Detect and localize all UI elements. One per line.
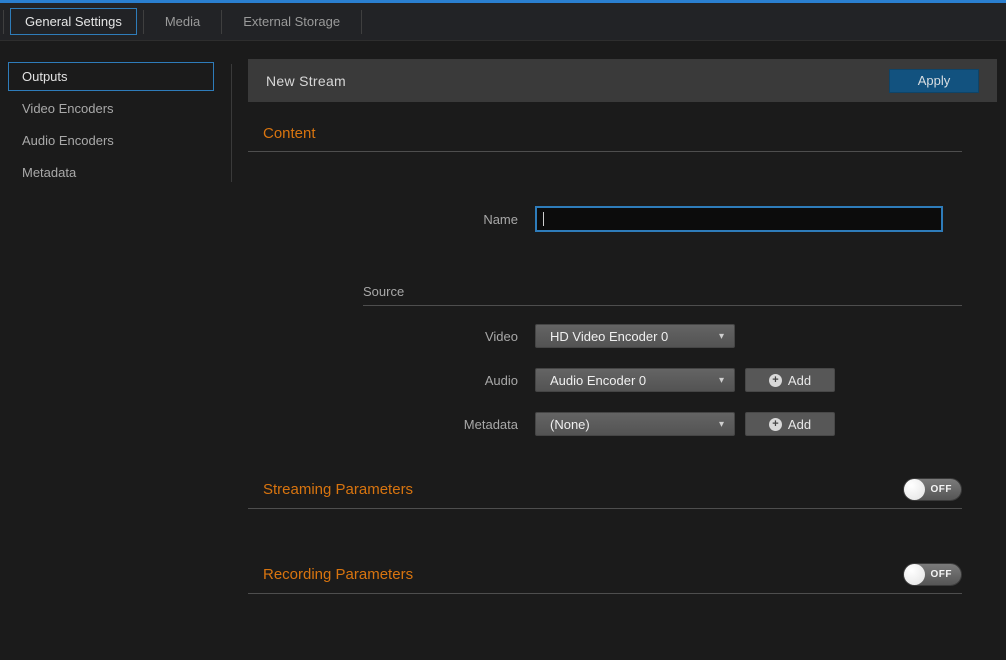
toggle-knob	[904, 479, 925, 500]
add-audio-button[interactable]: + Add	[745, 368, 835, 392]
sidebar-item-outputs[interactable]: Outputs	[8, 62, 214, 91]
body-row: Outputs Video Encoders Audio Encoders Me…	[0, 41, 1006, 660]
recording-parameters-title: Recording Parameters	[263, 566, 413, 583]
tab-label: General Settings	[25, 14, 122, 29]
toggle-state-label: OFF	[931, 484, 953, 495]
content-area: Content Name Source Video	[248, 125, 962, 594]
name-field-row: Name	[248, 206, 962, 232]
name-input[interactable]	[535, 206, 943, 232]
streaming-parameters-section: Streaming Parameters OFF	[248, 478, 962, 501]
sidebar-item-audio-encoders[interactable]: Audio Encoders	[8, 126, 214, 155]
tab-label: External Storage	[243, 14, 340, 29]
source-divider	[363, 305, 962, 306]
plus-icon: +	[769, 374, 782, 387]
tab-general-settings[interactable]: General Settings	[10, 8, 137, 35]
apply-button[interactable]: Apply	[889, 69, 979, 93]
add-metadata-button[interactable]: + Add	[745, 412, 835, 436]
main-panel: New Stream Apply Content Name Source	[232, 41, 1006, 660]
tab-media[interactable]: Media	[150, 8, 215, 35]
audio-label: Audio	[248, 373, 535, 388]
metadata-source-row: Metadata (None) ▾ + Add	[248, 412, 962, 436]
source-subsection: Source	[363, 284, 962, 306]
dropdown-selected-value: Audio Encoder 0	[550, 373, 646, 388]
tab-separator	[361, 10, 362, 34]
chevron-down-icon: ▾	[719, 419, 724, 430]
metadata-source-dropdown[interactable]: (None) ▾	[535, 412, 735, 436]
tab-separator	[143, 10, 144, 34]
section-divider	[248, 508, 962, 509]
add-button-label: Add	[788, 373, 811, 388]
toggle-knob	[904, 564, 925, 585]
recording-parameters-toggle[interactable]: OFF	[903, 563, 962, 586]
plus-icon: +	[769, 418, 782, 431]
chevron-down-icon: ▾	[719, 331, 724, 342]
text-cursor	[543, 212, 544, 226]
section-divider	[248, 593, 962, 594]
add-button-label: Add	[788, 417, 811, 432]
sidebar-item-metadata[interactable]: Metadata	[8, 158, 214, 187]
content-section-title: Content	[263, 125, 316, 142]
name-label: Name	[248, 212, 535, 227]
main-tab-bar: General Settings Media External Storage	[0, 3, 1006, 41]
sidebar: Outputs Video Encoders Audio Encoders Me…	[0, 41, 232, 660]
tab-separator	[3, 10, 4, 34]
sidebar-item-video-encoders[interactable]: Video Encoders	[8, 94, 214, 123]
source-label: Source	[363, 284, 962, 299]
streaming-parameters-title: Streaming Parameters	[263, 481, 413, 498]
section-divider	[248, 151, 962, 152]
chevron-down-icon: ▾	[719, 375, 724, 386]
recording-parameters-section: Recording Parameters OFF	[248, 563, 962, 586]
dropdown-selected-value: HD Video Encoder 0	[550, 329, 668, 344]
sidebar-divider	[231, 64, 232, 182]
metadata-label: Metadata	[248, 417, 535, 432]
video-label: Video	[248, 329, 535, 344]
page-title: New Stream	[266, 73, 346, 89]
audio-source-dropdown[interactable]: Audio Encoder 0 ▾	[535, 368, 735, 392]
tab-external-storage[interactable]: External Storage	[228, 8, 355, 35]
video-source-dropdown[interactable]: HD Video Encoder 0 ▾	[535, 324, 735, 348]
video-source-row: Video HD Video Encoder 0 ▾	[248, 324, 962, 348]
audio-source-row: Audio Audio Encoder 0 ▾ + Add	[248, 368, 962, 392]
stream-header-bar: New Stream Apply	[248, 59, 997, 102]
toggle-state-label: OFF	[931, 569, 953, 580]
dropdown-selected-value: (None)	[550, 417, 590, 432]
tab-separator	[221, 10, 222, 34]
app-window: General Settings Media External Storage …	[0, 0, 1006, 660]
tab-label: Media	[165, 14, 200, 29]
streaming-parameters-toggle[interactable]: OFF	[903, 478, 962, 501]
